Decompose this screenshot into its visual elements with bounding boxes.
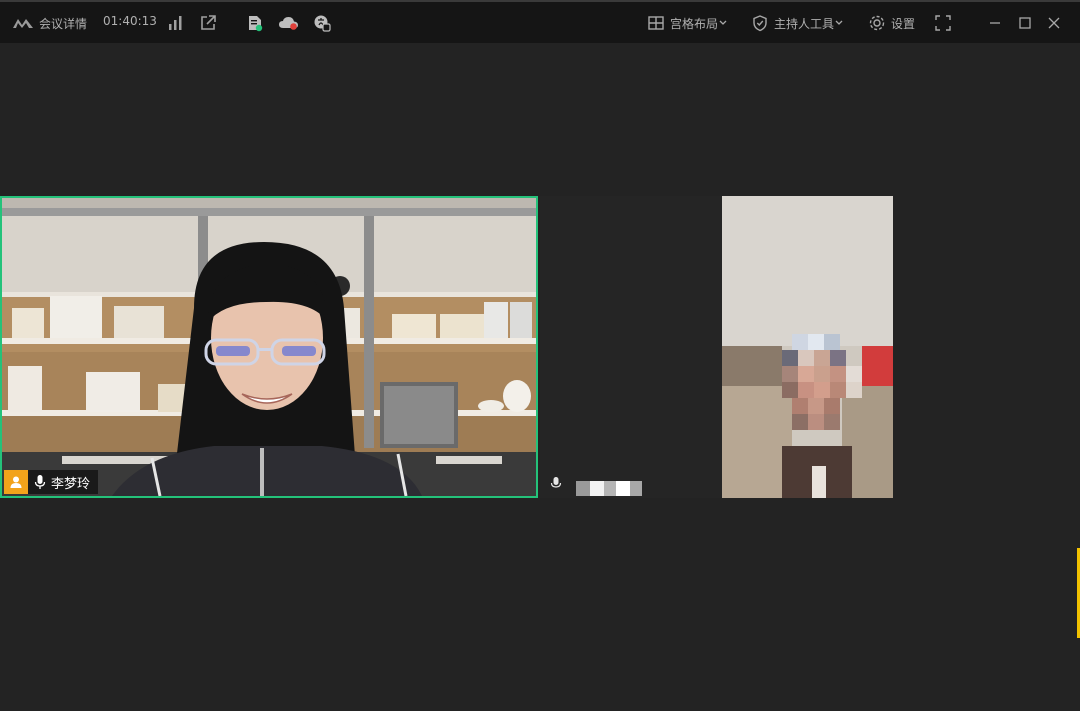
- pixelated-video-feed: [722, 196, 893, 498]
- external-share-icon: [199, 14, 217, 32]
- speaker-name-tag: 李梦玲: [4, 470, 99, 494]
- pixelated-name-tag: [576, 481, 642, 496]
- meeting-details-button[interactable]: 会议详情: [12, 14, 87, 32]
- microphone-icon: [33, 474, 47, 490]
- speaker-video-feed: [2, 198, 536, 496]
- minimize-icon: [988, 14, 1002, 32]
- network-signal-button[interactable]: [167, 14, 185, 32]
- settings-label: 设置: [891, 16, 916, 31]
- cloud-record-icon: [278, 14, 300, 32]
- document-button[interactable]: [246, 14, 264, 32]
- duration-text: 01:40:13: [103, 14, 157, 28]
- microphone-icon: [550, 476, 562, 490]
- participant-tile-right[interactable]: [722, 196, 893, 498]
- host-tools-label: 主持人工具: [774, 16, 835, 31]
- app-logo-icon: [12, 14, 34, 32]
- close-button[interactable]: [1047, 14, 1061, 32]
- maximize-icon: [1018, 14, 1032, 32]
- host-tools-button[interactable]: 主持人工具: [751, 14, 844, 32]
- settings-button[interactable]: 设置: [868, 14, 915, 32]
- cloud-record-button[interactable]: [278, 14, 300, 32]
- participant-tile-camera-off[interactable]: [540, 196, 722, 498]
- title-bar: 会议详情 01:40:13 宫格布局 主持人工具 设置: [0, 0, 1080, 43]
- translate-icon: [313, 14, 331, 32]
- meeting-details-label: 会议详情: [39, 16, 88, 31]
- close-icon: [1047, 14, 1061, 32]
- document-icon: [246, 14, 264, 32]
- chevron-down-icon: [834, 14, 844, 32]
- grid-layout-label: 宫格布局: [670, 16, 719, 31]
- shield-icon: [751, 14, 769, 32]
- gear-icon: [868, 14, 886, 32]
- maximize-button[interactable]: [1018, 14, 1032, 32]
- translate-button[interactable]: [313, 14, 331, 32]
- signal-bars-icon: [167, 14, 185, 32]
- meeting-duration: 01:40:13: [103, 14, 157, 28]
- fullscreen-button[interactable]: [934, 14, 952, 32]
- active-speaker-tile[interactable]: 李梦玲: [0, 196, 538, 498]
- grid-layout-button[interactable]: 宫格布局: [647, 14, 728, 32]
- minimize-button[interactable]: [988, 14, 1002, 32]
- host-user-icon: [9, 475, 23, 489]
- fullscreen-icon: [934, 14, 952, 32]
- host-badge: [4, 470, 28, 494]
- share-link-button[interactable]: [199, 14, 217, 32]
- grid-layout-icon: [647, 14, 665, 32]
- speaker-name-label: 李梦玲: [51, 476, 91, 492]
- chevron-down-icon: [718, 14, 728, 32]
